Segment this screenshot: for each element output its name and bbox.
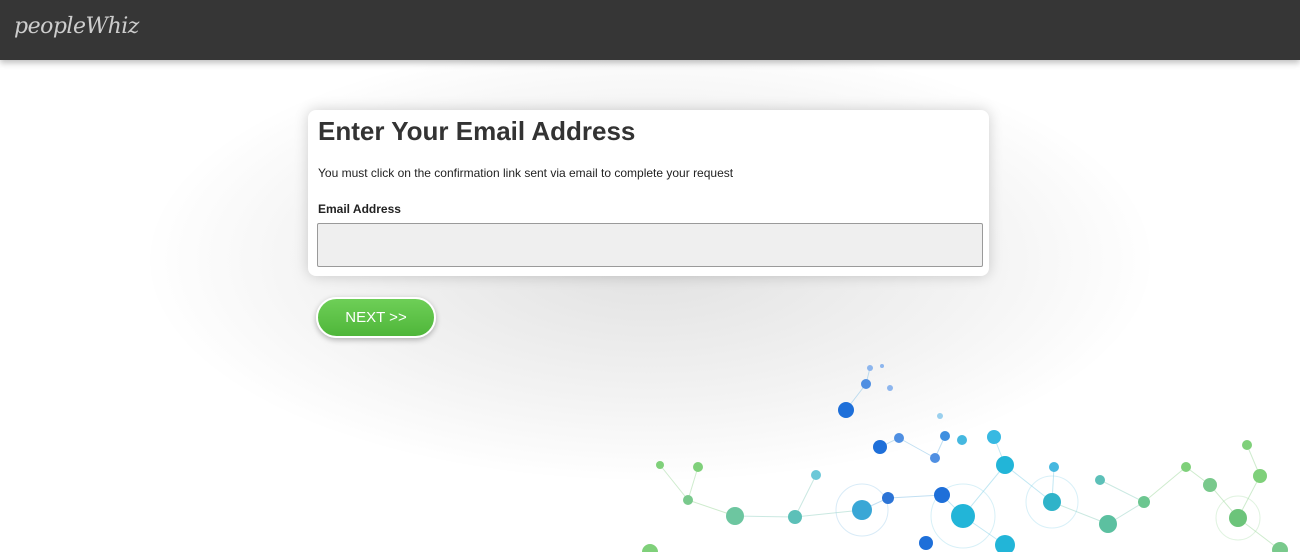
email-form-card: Enter Your Email Address You must click … (308, 110, 989, 276)
top-header-bar: peopleWhiz (0, 0, 1300, 60)
next-button[interactable]: NEXT >> (316, 297, 436, 338)
peoplewhiz-logo[interactable]: peopleWhiz (14, 14, 139, 39)
email-field[interactable] (317, 223, 983, 267)
confirmation-instructions: You must click on the confirmation link … (318, 166, 734, 180)
email-field-label: Email Address (318, 202, 401, 216)
page-title: Enter Your Email Address (318, 116, 636, 146)
network-graph-illustration (642, 364, 1288, 552)
